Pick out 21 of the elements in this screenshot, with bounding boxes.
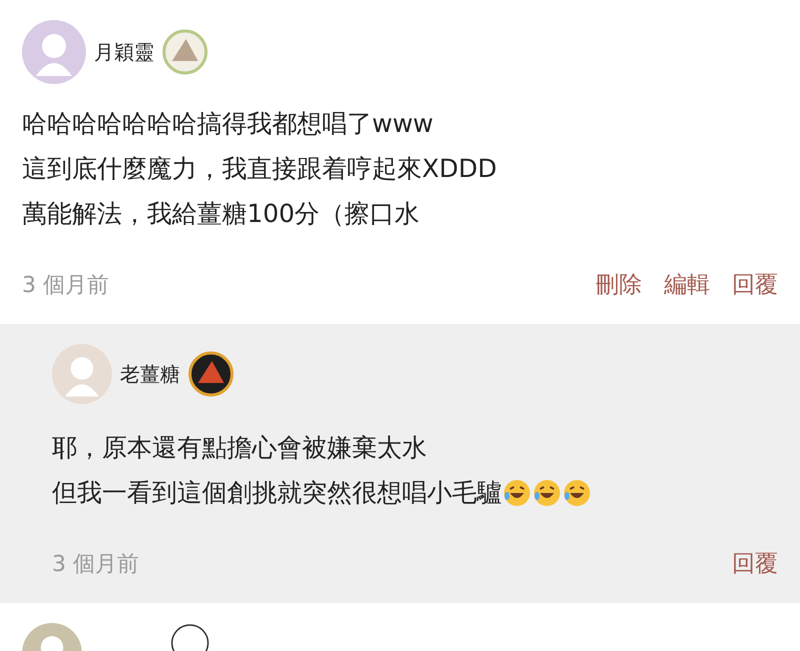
avatar[interactable] <box>52 344 112 404</box>
laughing-emoji-icon <box>502 478 532 508</box>
comment-text: 這到底什麼魔力，我直接跟着哼起來XDDD <box>22 153 498 185</box>
action-link[interactable]: 回覆 <box>732 548 778 579</box>
username[interactable]: 月穎靈 <box>94 38 154 66</box>
comment-text: 萬能解法，我給薑糖100分（擦口水 <box>22 198 421 230</box>
reply-text: 但我一看到這個創挑就突然很想唱小毛驢 <box>52 475 778 510</box>
timestamp: 3 個月前 <box>52 550 139 578</box>
action-link[interactable]: 回覆 <box>732 269 778 300</box>
badge-icon <box>162 29 208 75</box>
badge-icon <box>188 351 234 397</box>
badge-icon <box>170 623 210 651</box>
username[interactable]: 老薑糖 <box>120 360 180 388</box>
laughing-emoji-icon <box>532 478 562 508</box>
avatar[interactable] <box>22 20 86 84</box>
action-link[interactable]: 刪除 <box>596 269 642 300</box>
timestamp: 3 個月前 <box>22 272 109 300</box>
laughing-emoji-icon <box>562 478 592 508</box>
comment-text: 哈哈哈哈哈哈哈搞得我都想唱了www <box>22 108 434 140</box>
reply-text: 耶，原本還有點擔心會被嫌棄太水 <box>52 432 428 464</box>
action-link[interactable]: 編輯 <box>664 269 710 300</box>
